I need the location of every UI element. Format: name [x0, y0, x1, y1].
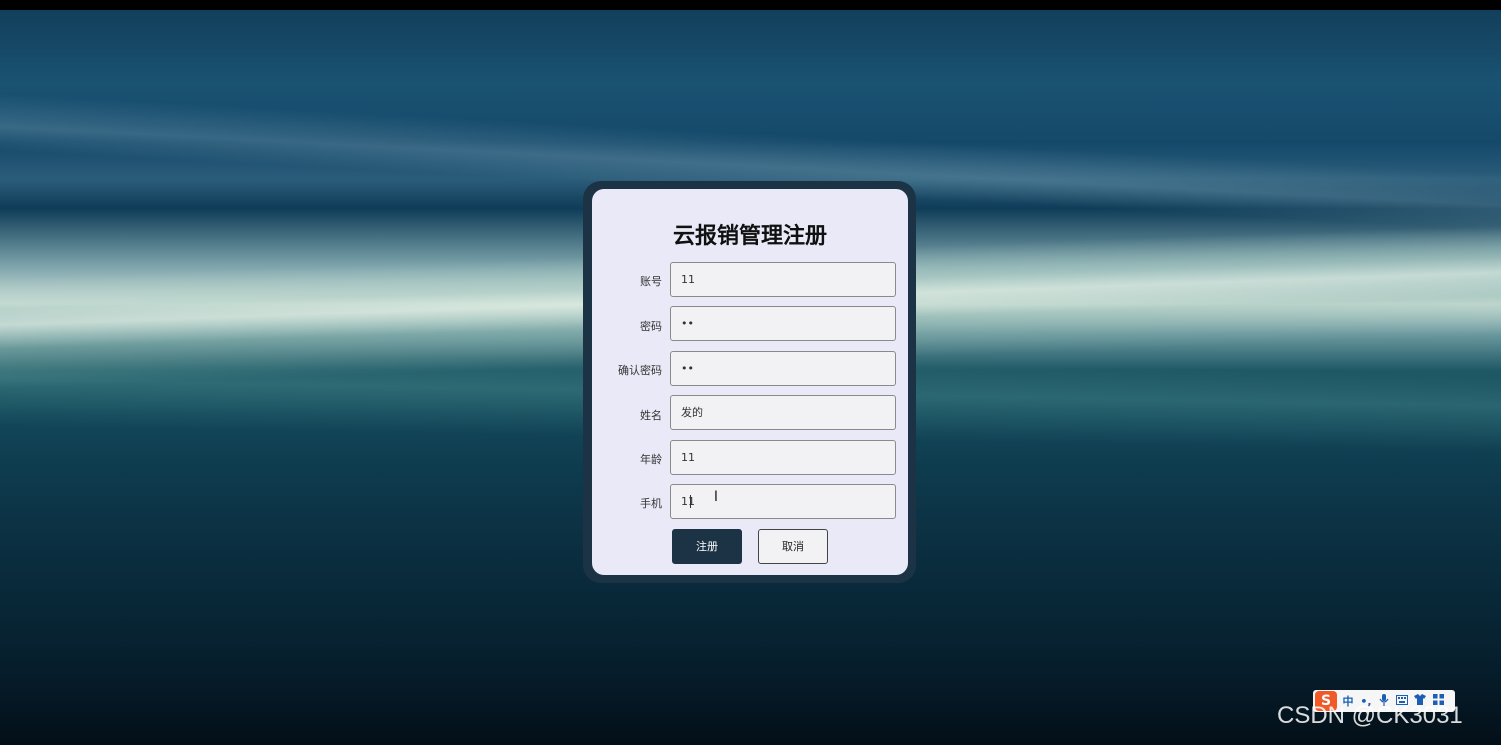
age-input[interactable]: 11: [670, 440, 896, 475]
confirm-password-label: 确认密码: [618, 364, 662, 377]
cancel-button[interactable]: 取消: [758, 529, 828, 564]
text-cursor-icon: I: [713, 489, 719, 505]
phone-input[interactable]: 11: [670, 484, 896, 519]
csdn-watermark: CSDN @CK3031: [1277, 702, 1463, 729]
age-label: 年龄: [640, 453, 662, 466]
phone-label: 手机: [640, 497, 662, 510]
password-input[interactable]: ••: [670, 306, 896, 341]
name-label: 姓名: [640, 409, 662, 422]
page-title: 云报销管理注册: [672, 224, 827, 249]
name-input[interactable]: 发的: [670, 395, 896, 430]
password-label: 密码: [640, 320, 662, 333]
confirm-password-input[interactable]: ••: [670, 351, 896, 386]
account-input[interactable]: 11: [670, 262, 896, 297]
register-button[interactable]: 注册: [672, 529, 742, 564]
text-caret: [690, 495, 691, 508]
account-label: 账号: [640, 275, 662, 288]
